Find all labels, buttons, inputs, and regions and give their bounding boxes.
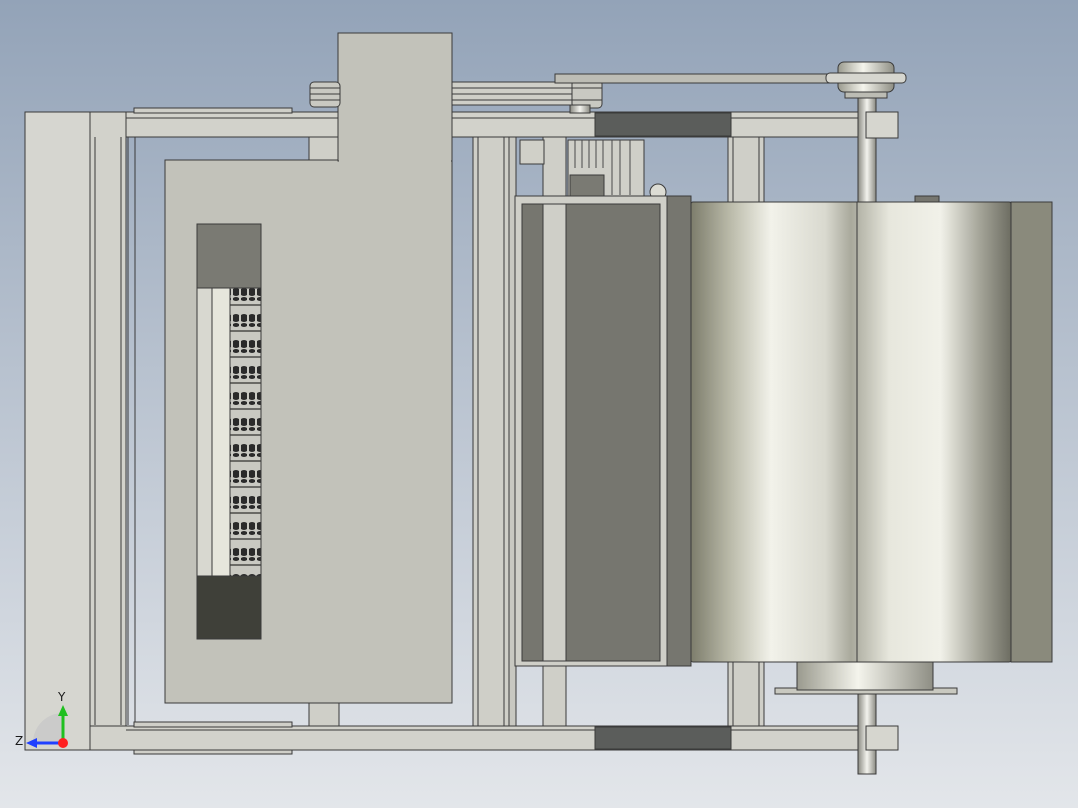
model-view: Y Z (0, 0, 1078, 808)
drum-bottom-hub (796, 659, 934, 691)
cabinet-window-strip (196, 287, 213, 577)
z-axis-label: Z (15, 734, 23, 748)
origin-dot (58, 738, 68, 748)
y-axis-label: Y (57, 690, 66, 704)
left-frame-post (24, 111, 91, 751)
cabinet-window-top (196, 223, 262, 289)
shaft-collar-bottom (865, 725, 899, 751)
connector (569, 174, 605, 198)
drum-cylinder (690, 201, 1012, 663)
bottom-rail-dark-section (594, 726, 732, 750)
terminal-block-array (229, 287, 262, 577)
drum-side-cap (1010, 201, 1053, 663)
cabinet-window-bottom (196, 575, 262, 640)
belt-upper (554, 73, 836, 84)
cad-viewport[interactable]: Y Z (0, 0, 1078, 808)
top-rail (125, 111, 897, 138)
top-rail-dark-section (594, 112, 732, 137)
shaft-collar-top (865, 111, 899, 139)
mid-pulley (571, 79, 603, 109)
